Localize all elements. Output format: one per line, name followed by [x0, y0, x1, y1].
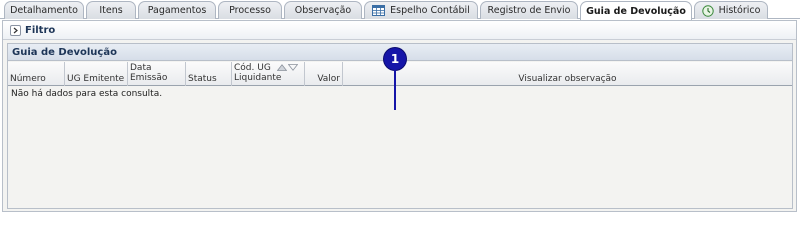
tab-label: Guia de Devolução	[586, 5, 686, 17]
tab-label: Processo	[229, 5, 271, 16]
column-label: Visualizar observação	[518, 74, 617, 84]
tab-historico[interactable]: Histórico	[694, 1, 768, 19]
tab-detalhamento[interactable]: Detalhamento	[4, 1, 84, 19]
tab-guia-de-devolucao[interactable]: Guia de Devolução	[580, 1, 692, 20]
tab-label: Espelho Contábil	[390, 5, 470, 16]
tab-registro-de-envio[interactable]: Registro de Envio	[480, 1, 578, 19]
column-label: Data Emissão	[130, 63, 168, 83]
column-header-visualizar-observacao[interactable]: Visualizar observação	[343, 62, 792, 86]
tab-label: Detalhamento	[10, 5, 78, 16]
tab-label: Observação	[294, 5, 352, 16]
spreadsheet-icon	[372, 5, 386, 16]
tab-processo[interactable]: Processo	[218, 1, 282, 19]
column-header-status[interactable]: Status	[186, 62, 232, 86]
column-label: Valor	[317, 74, 340, 84]
column-label: Status	[188, 74, 217, 84]
tab-observacao[interactable]: Observação	[284, 1, 362, 19]
tab-label: Pagamentos	[147, 5, 207, 16]
column-header-cod-ug-liquidante[interactable]: Cód. UG Liquidante	[232, 62, 305, 86]
tab-pagamentos[interactable]: Pagamentos	[138, 1, 216, 19]
history-icon	[701, 4, 714, 17]
tab-espelho-contabil[interactable]: Espelho Contábil	[364, 1, 478, 19]
filter-label: Filtro	[25, 24, 56, 36]
expand-arrow-icon[interactable]	[10, 24, 21, 36]
annotation-pointer-line	[394, 68, 396, 110]
column-header-ug-emitente[interactable]: UG Emitente	[65, 62, 128, 86]
column-header-numero[interactable]: Número	[8, 62, 65, 86]
column-label: UG Emitente	[67, 74, 125, 84]
column-label: Número	[10, 74, 46, 84]
column-label: Cód. UG Liquidante	[234, 63, 282, 83]
annotation-marker: 1	[384, 48, 406, 70]
tab-label: Itens	[99, 5, 123, 16]
tab-bar: Detalhamento Itens Pagamentos Processo O…	[0, 0, 800, 20]
empty-grid-message: Não há dados para esta consulta.	[11, 89, 163, 99]
tab-label: Histórico	[718, 5, 761, 16]
column-header-valor[interactable]: Valor	[305, 62, 343, 86]
sort-icon[interactable]	[277, 64, 298, 71]
tab-label: Registro de Envio	[487, 5, 571, 16]
tab-itens[interactable]: Itens	[86, 1, 136, 19]
filter-bar[interactable]: Filtro	[3, 21, 796, 40]
column-header-data-emissao[interactable]: Data Emissão	[128, 62, 186, 86]
